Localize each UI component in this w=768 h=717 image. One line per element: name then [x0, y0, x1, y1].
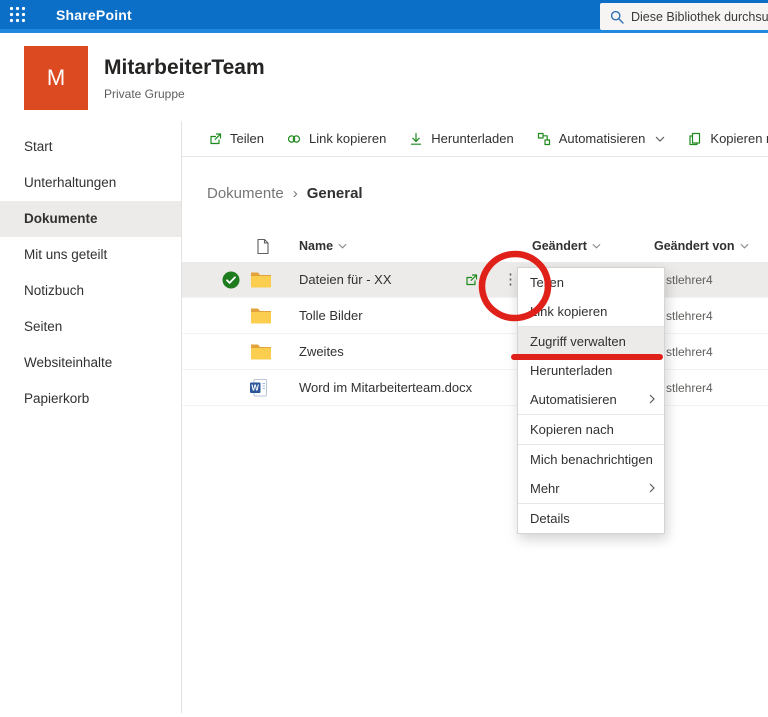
chevron-down-icon — [655, 136, 665, 142]
sidebar-item-mit-uns-geteilt[interactable]: Mit uns geteilt — [0, 237, 181, 273]
document-library: Teilen Link kopieren Herunterladen Autom… — [182, 121, 768, 713]
sidebar-item-dokumente[interactable]: Dokumente — [0, 201, 181, 237]
menu-item-zugriff-verwalten[interactable]: Zugriff verwalten — [518, 327, 664, 356]
table-header: Name Geändert Geändert von — [182, 232, 768, 260]
site-avatar[interactable]: M — [24, 46, 88, 110]
selected-check-icon[interactable] — [222, 271, 240, 294]
breadcrumb: Dokumente › General — [207, 185, 363, 202]
chevron-down-icon — [338, 243, 347, 249]
sidebar-item-start[interactable]: Start — [0, 129, 181, 165]
sharepoint-window: SharePoint M MitarbeiterTeam Private Gru… — [0, 0, 768, 717]
modified-column-label: Geändert — [532, 239, 587, 253]
menu-item-kopieren-nach[interactable]: Kopieren nach — [518, 415, 664, 444]
app-name[interactable]: SharePoint — [56, 7, 132, 23]
left-nav: Start Unterhaltungen Dokumente Mit uns g… — [0, 121, 182, 713]
automate-label: Automatisieren — [558, 131, 646, 146]
download-label: Herunterladen — [431, 131, 514, 146]
menu-item-mehr[interactable]: Mehr — [518, 474, 664, 503]
copy-to-button[interactable]: Kopieren nach — [687, 131, 768, 147]
modified-by-value: stlehrer4 — [666, 381, 713, 395]
modified-by-value: stlehrer4 — [666, 309, 713, 323]
row-share-icon[interactable] — [463, 272, 479, 293]
document-icon — [257, 238, 269, 254]
app-launcher-button[interactable] — [0, 0, 34, 31]
breadcrumb-dokumente[interactable]: Dokumente — [207, 185, 284, 202]
search-input[interactable] — [631, 9, 768, 24]
file-list: Dateien für - XX ⋮ stlehrer4 Tolle Bilde… — [182, 262, 768, 406]
table-row[interactable]: W Word im Mitarbeiterteam.docx stlehrer4 — [182, 370, 768, 406]
copy-to-label: Kopieren nach — [710, 131, 768, 146]
copy-link-button[interactable]: Link kopieren — [286, 131, 386, 147]
chevron-down-icon — [592, 243, 601, 249]
menu-item-label: Automatisieren — [530, 392, 617, 407]
modified-by-value: stlehrer4 — [666, 273, 713, 287]
file-type-column-button[interactable] — [256, 232, 270, 260]
chevron-right-icon — [649, 483, 655, 493]
site-privacy-label: Private Gruppe — [104, 87, 185, 101]
breadcrumb-general: General — [306, 185, 363, 202]
search-icon — [610, 10, 624, 24]
menu-item-details[interactable]: Details — [518, 504, 664, 533]
link-icon — [287, 134, 301, 143]
file-name[interactable]: Tolle Bilder — [299, 298, 363, 334]
share-label: Teilen — [230, 131, 264, 146]
copy-icon — [689, 132, 701, 145]
file-name[interactable]: Dateien für - XX — [299, 262, 392, 298]
folder-icon — [250, 343, 272, 366]
table-row[interactable]: Dateien für - XX ⋮ stlehrer4 — [182, 262, 768, 298]
sidebar-item-papierkorb[interactable]: Papierkorb — [0, 381, 181, 417]
library-search[interactable] — [600, 3, 768, 30]
site-header: M MitarbeiterTeam Private Gruppe — [0, 33, 768, 121]
automate-icon — [537, 132, 550, 145]
folder-icon — [250, 307, 272, 330]
menu-item-mich-benachrichtigen[interactable]: Mich benachrichtigen — [518, 445, 664, 474]
context-menu: Teilen Link kopieren Zugriff verwalten H… — [517, 267, 665, 534]
column-header-geaendert-von[interactable]: Geändert von — [654, 232, 749, 260]
copy-link-label: Link kopieren — [308, 131, 387, 146]
share-button[interactable]: Teilen — [207, 131, 264, 147]
name-column-label: Name — [299, 239, 334, 253]
suite-bar: SharePoint — [0, 0, 768, 33]
table-row[interactable]: Tolle Bilder stlehrer4 — [182, 298, 768, 334]
sidebar-item-websiteinhalte[interactable]: Websiteinhalte — [0, 345, 181, 381]
download-button[interactable]: Herunterladen — [408, 131, 514, 147]
menu-item-herunterladen[interactable]: Herunterladen — [518, 356, 664, 385]
sidebar-item-seiten[interactable]: Seiten — [0, 309, 181, 345]
menu-item-link-kopieren[interactable]: Link kopieren — [518, 297, 664, 326]
command-bar: Teilen Link kopieren Herunterladen Autom… — [182, 121, 768, 157]
breadcrumb-separator: › — [292, 185, 298, 202]
share-icon — [210, 132, 222, 144]
column-header-name[interactable]: Name — [299, 232, 347, 260]
modified-by-column-label: Geändert von — [654, 239, 735, 253]
chevron-right-icon — [649, 394, 655, 404]
sidebar-item-unterhaltungen[interactable]: Unterhaltungen — [0, 165, 181, 201]
file-name[interactable]: Word im Mitarbeiterteam.docx — [299, 370, 472, 406]
column-header-geaendert[interactable]: Geändert — [532, 232, 601, 260]
word-file-icon: W — [249, 378, 268, 403]
folder-icon — [250, 271, 272, 294]
svg-text:W: W — [251, 383, 259, 392]
site-title[interactable]: MitarbeiterTeam — [104, 56, 265, 80]
sidebar-item-notizbuch[interactable]: Notizbuch — [0, 273, 181, 309]
chevron-down-icon — [740, 243, 749, 249]
table-row[interactable]: Zweites stlehrer4 — [182, 334, 768, 370]
menu-item-teilen[interactable]: Teilen — [518, 268, 664, 297]
download-icon — [411, 132, 422, 145]
automate-button[interactable]: Automatisieren — [536, 131, 666, 147]
menu-item-label: Mehr — [530, 481, 560, 496]
menu-item-automatisieren[interactable]: Automatisieren — [518, 385, 664, 414]
file-name[interactable]: Zweites — [299, 334, 344, 370]
waffle-icon — [9, 6, 25, 23]
modified-by-value: stlehrer4 — [666, 345, 713, 359]
